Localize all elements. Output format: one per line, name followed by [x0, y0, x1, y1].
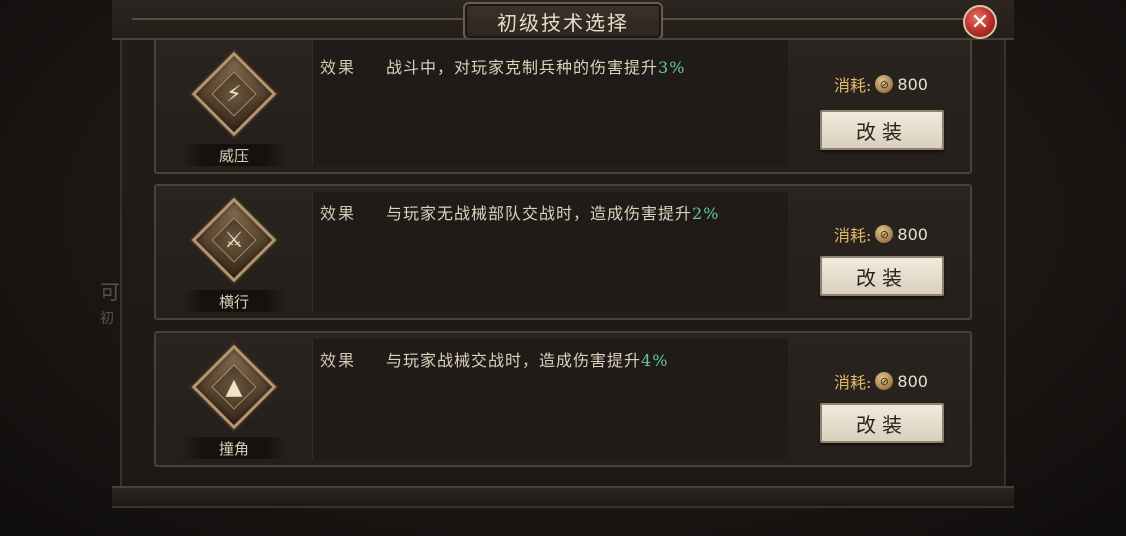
cost-3: 消耗: ⊘ 800: [834, 369, 928, 393]
tech-icon-1[interactable]: ⚡: [191, 51, 277, 137]
modify-button-3[interactable]: 改装: [820, 403, 944, 443]
effect-text-2: 与玩家无战械部队交战时，造成伤害提升2%: [386, 200, 719, 224]
tech-icon-3[interactable]: ▲: [191, 344, 277, 430]
effect-pct-3: 4%: [641, 351, 669, 370]
effect-text-1: 战斗中，对玩家克制兵种的伤害提升3%: [386, 54, 685, 78]
close-button[interactable]: ✕: [963, 5, 997, 39]
effect-desc-3: 与玩家战械交战时，造成伤害提升: [386, 351, 642, 370]
effect-label-3: 效果: [320, 351, 357, 370]
cost-label-2: 消耗:: [834, 226, 872, 245]
effect-label-2: 效果: [320, 204, 357, 223]
dialog-title: 初级技术选择: [463, 2, 663, 40]
cost-label-3: 消耗:: [834, 373, 872, 392]
effect-desc-1: 战斗中，对玩家克制兵种的伤害提升: [386, 58, 659, 77]
coin-icon: ⊘: [875, 372, 894, 390]
tech-card-2: ⚔ 横行 效果 与玩家无战械部队交战时，造成伤害提升2% 消耗: ⊘ 800 改…: [154, 184, 972, 320]
tech-icon-2[interactable]: ⚔: [191, 197, 277, 283]
cost-1: 消耗: ⊘ 800: [834, 72, 928, 96]
cost-value-2: 800: [897, 224, 928, 244]
effect-desc-2: 与玩家无战械部队交战时，造成伤害提升: [386, 204, 693, 223]
cost-value-3: 800: [897, 371, 928, 391]
tech-card-1: ⚡ 威压 效果 战斗中，对玩家克制兵种的伤害提升3% 消耗: ⊘ 800 改装: [154, 38, 972, 174]
effect-pct-1: 3%: [658, 58, 686, 77]
close-icon: ✕: [970, 9, 990, 35]
dialog-bottom-frame: [112, 486, 1014, 508]
background-text-b: 初: [100, 311, 114, 327]
tech-card-3: ▲ 撞角 效果 与玩家战械交战时，造成伤害提升4% 消耗: ⊘ 800 改装: [154, 331, 972, 467]
modify-button-1[interactable]: 改装: [820, 110, 944, 150]
effect-pct-2: 2%: [692, 204, 720, 223]
shield-bolt-icon: ⚡: [226, 81, 242, 107]
coin-icon: ⊘: [875, 225, 894, 243]
tech-name-2: 横行: [182, 290, 286, 312]
ram-spike-icon: ▲: [225, 374, 243, 400]
cost-label-1: 消耗:: [834, 76, 872, 95]
tech-name-1: 威压: [182, 144, 286, 166]
tech-name-3: 撞角: [182, 437, 286, 459]
modify-button-2[interactable]: 改装: [820, 256, 944, 296]
effect-text-3: 与玩家战械交战时，造成伤害提升4%: [386, 347, 668, 371]
background-text-a: 可: [100, 280, 120, 304]
cost-2: 消耗: ⊘ 800: [834, 222, 928, 246]
crossed-blades-icon: ⚔: [224, 227, 244, 253]
cost-value-1: 800: [897, 74, 928, 94]
effect-label-1: 效果: [320, 58, 357, 77]
coin-icon: ⊘: [875, 75, 894, 93]
